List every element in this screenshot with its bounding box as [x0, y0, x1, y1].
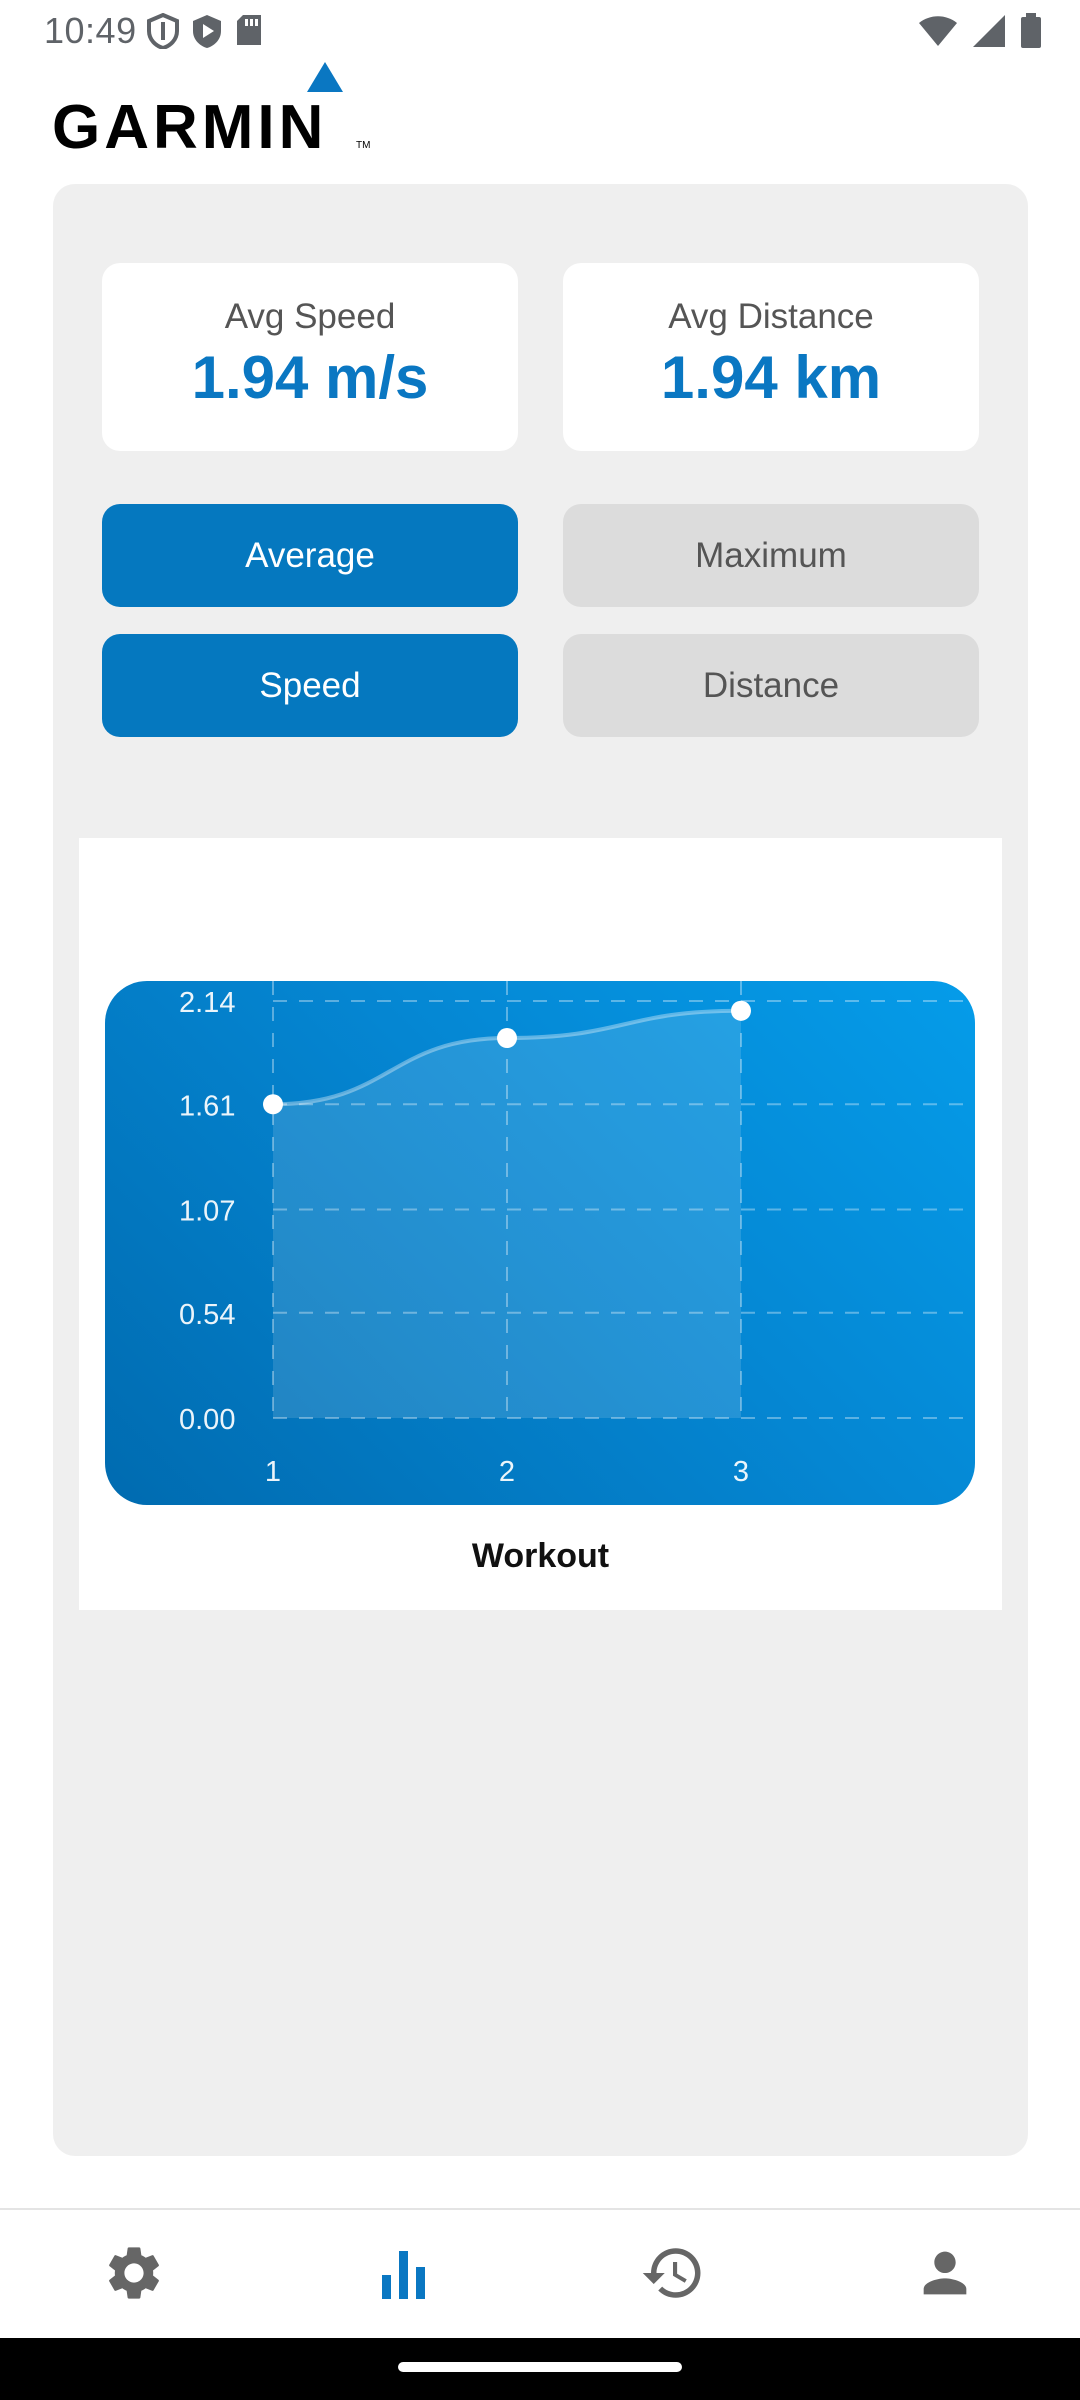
avg-distance-label: Avg Distance	[668, 297, 874, 336]
nav-profile[interactable]	[900, 2230, 990, 2320]
nav-history[interactable]	[628, 2230, 718, 2320]
status-bar: 10:49	[0, 0, 1080, 60]
avg-distance-value: 1.94 km	[660, 344, 882, 411]
gear-icon	[102, 2241, 166, 2310]
status-icons-left	[146, 12, 264, 54]
shield-outline-icon	[146, 12, 180, 54]
avg-speed-card: Avg Speed 1.94 m/s	[102, 263, 518, 451]
avg-distance-card: Avg Distance 1.94 km	[563, 263, 979, 451]
nav-stats[interactable]	[359, 2230, 449, 2320]
speed-button[interactable]: Speed	[102, 634, 518, 737]
avg-speed-value: 1.94 m/s	[191, 344, 429, 411]
y-tick-label: 0.54	[179, 1299, 235, 1331]
play-shield-icon	[190, 13, 224, 54]
stats-panel: Avg Speed 1.94 m/s Avg Distance 1.94 km …	[53, 184, 1028, 2156]
gesture-handle[interactable]	[398, 2362, 682, 2372]
bottom-nav	[0, 2208, 1080, 2338]
maximum-button[interactable]: Maximum	[563, 504, 979, 607]
chart-data-point	[731, 1000, 751, 1021]
bar-chart-icon	[376, 2245, 432, 2306]
logo-text: GARMIN	[52, 93, 328, 162]
average-button[interactable]: Average	[102, 504, 518, 607]
chart-svg: 2.14 1.61 1.07 0.54 0.00 1 2 3	[179, 981, 975, 1488]
logo-trademark: TM	[356, 140, 371, 151]
y-tick-label: 1.07	[179, 1196, 235, 1228]
status-time: 10:49	[44, 10, 137, 51]
chart-data-point	[263, 1094, 283, 1115]
workout-chart: 2.14 1.61 1.07 0.54 0.00 1 2 3	[105, 981, 975, 1505]
chart-area-fill	[273, 1010, 741, 1418]
nav-settings[interactable]	[89, 2230, 179, 2320]
y-tick-label: 1.61	[179, 1090, 235, 1122]
x-tick-label: 3	[733, 1456, 749, 1488]
y-tick-label: 0.00	[179, 1404, 235, 1436]
avg-speed-label: Avg Speed	[224, 297, 396, 336]
person-icon	[913, 2241, 977, 2310]
history-icon	[640, 2240, 706, 2311]
sd-card-icon	[234, 13, 264, 54]
status-icons-right	[918, 13, 1042, 54]
x-tick-label: 2	[499, 1456, 515, 1488]
chart-container: 2.14 1.61 1.07 0.54 0.00 1 2 3 Workout	[79, 838, 1002, 1610]
signal-icon	[972, 14, 1006, 53]
wifi-icon	[918, 15, 958, 52]
chart-caption: Workout	[471, 1537, 610, 1575]
chart-data-point	[497, 1028, 517, 1049]
x-tick-label: 1	[265, 1456, 281, 1488]
distance-button[interactable]: Distance	[563, 634, 979, 737]
y-tick-label: 2.14	[179, 987, 235, 1019]
gesture-bar	[0, 2338, 1080, 2400]
battery-icon	[1020, 13, 1042, 54]
garmin-logo: GARMIN TM	[52, 60, 372, 162]
